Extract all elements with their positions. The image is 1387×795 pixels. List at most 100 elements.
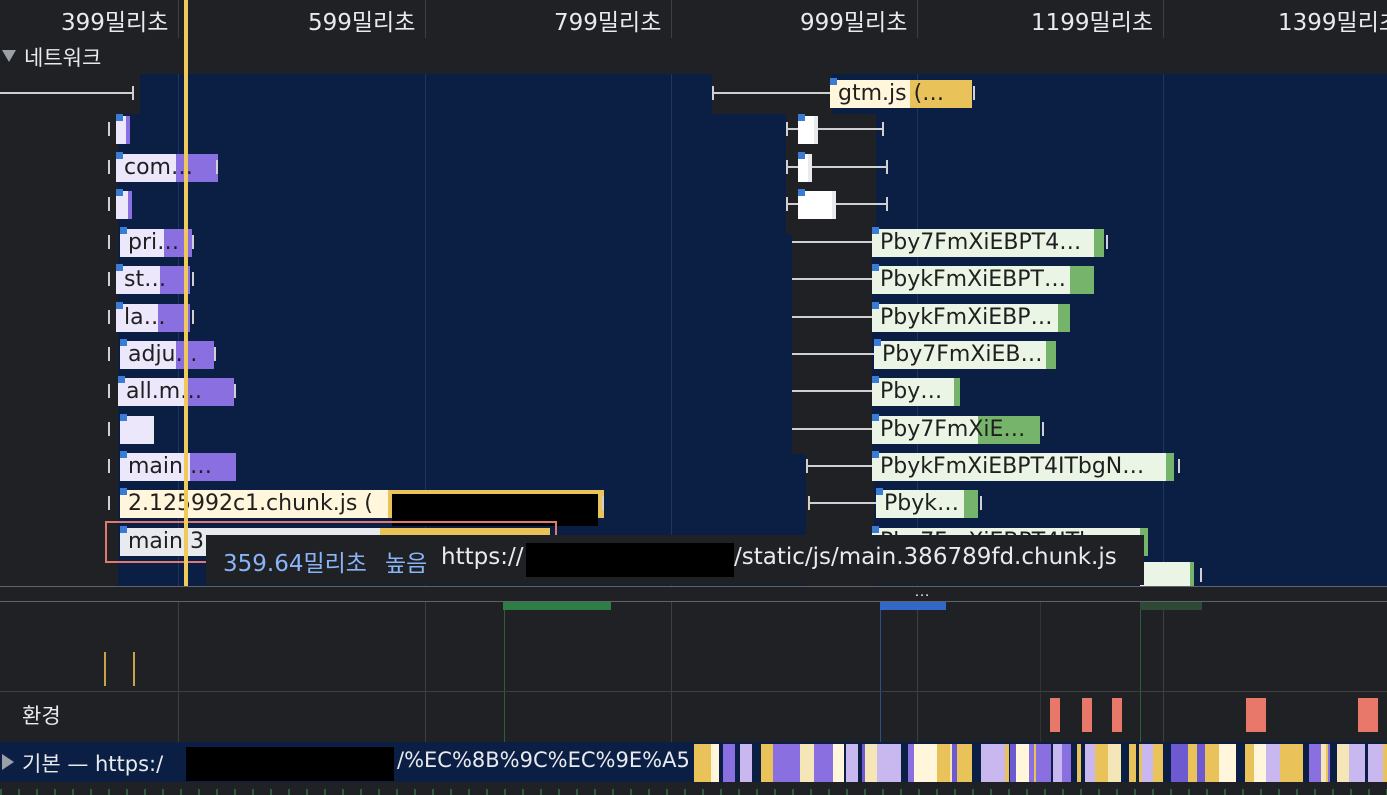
network-request[interactable]: Pby7FmXiEBPT4… xyxy=(792,227,1110,257)
network-request[interactable]: adju… xyxy=(108,339,218,369)
activity-slice[interactable] xyxy=(1095,744,1108,782)
activity-slice[interactable] xyxy=(833,744,844,782)
network-request[interactable]: PbykFmXiEBP… xyxy=(792,302,1074,332)
grid-line xyxy=(917,602,918,742)
time-ruler[interactable]: 399밀리초 599밀리초 799밀리초 999밀리초 1199밀리초 1399… xyxy=(0,0,1387,38)
activity-slice[interactable] xyxy=(800,744,814,782)
activity-slice[interactable] xyxy=(1328,744,1330,782)
activity-slice[interactable] xyxy=(1053,744,1062,782)
activity-slice[interactable] xyxy=(1309,744,1321,782)
env-event[interactable] xyxy=(1358,698,1378,732)
network-request[interactable]: Pby7FmXiE… xyxy=(792,414,1046,444)
network-request[interactable] xyxy=(786,189,890,219)
timing-marker[interactable] xyxy=(880,602,946,610)
more-icon[interactable]: … xyxy=(914,583,931,601)
network-request[interactable]: PbykFmXiEBPT4ITbgN… xyxy=(806,451,1182,481)
network-request[interactable]: PbykFmXiEBPT… xyxy=(792,264,1098,294)
activity-slice[interactable] xyxy=(1188,744,1197,782)
cpu-ticks xyxy=(0,789,1387,795)
activity-slice[interactable] xyxy=(886,744,901,782)
activity-slice[interactable] xyxy=(990,744,1005,782)
network-request[interactable]: pri… xyxy=(108,227,196,257)
activity-slice[interactable] xyxy=(1383,744,1387,782)
network-request[interactable]: main.… xyxy=(108,451,240,481)
activity-slice[interactable] xyxy=(1108,744,1121,782)
request-label: st… xyxy=(124,267,167,292)
network-track-title: 네트워크 xyxy=(24,46,102,70)
activity-slice[interactable] xyxy=(877,744,886,782)
activity-slice[interactable] xyxy=(817,744,833,782)
activity-slice[interactable] xyxy=(1266,744,1280,782)
env-event[interactable] xyxy=(1112,698,1122,732)
activity-slice[interactable] xyxy=(1197,744,1205,782)
activity-slice[interactable] xyxy=(773,744,785,782)
timing-marker[interactable] xyxy=(133,652,135,686)
network-track-header[interactable]: 네트워크 xyxy=(0,38,1387,74)
activity-slice[interactable] xyxy=(1219,744,1236,782)
grid-line xyxy=(178,602,179,742)
network-request[interactable]: Pby7FmXiEB… xyxy=(792,339,1060,369)
activity-slice[interactable] xyxy=(1065,744,1071,782)
activity-slice[interactable] xyxy=(937,744,950,782)
timing-marker[interactable] xyxy=(503,602,611,610)
activity-slice[interactable] xyxy=(981,744,990,782)
network-request[interactable]: gtm.js (… xyxy=(712,78,977,108)
network-request[interactable]: Pby… xyxy=(792,376,964,406)
request-label: PbykFmXiEBPT… xyxy=(880,267,1066,292)
network-request[interactable]: Pbyk… xyxy=(808,488,984,518)
grid-line xyxy=(1163,602,1164,742)
timing-marker[interactable] xyxy=(104,652,106,686)
activity-slice[interactable] xyxy=(1016,744,1029,782)
network-request[interactable] xyxy=(108,189,138,219)
activity-slice[interactable] xyxy=(957,744,970,782)
timing-marker[interactable] xyxy=(1140,602,1202,610)
activity-slice[interactable] xyxy=(970,744,972,782)
activity-slice[interactable] xyxy=(740,744,752,782)
activity-slice[interactable] xyxy=(1337,744,1349,782)
env-event[interactable] xyxy=(1246,698,1266,732)
track-resize-divider[interactable]: … xyxy=(0,583,1387,602)
activity-slice[interactable] xyxy=(1129,744,1136,782)
activity-slice[interactable] xyxy=(711,744,719,782)
activity-slice[interactable] xyxy=(1349,744,1365,782)
activity-slice[interactable] xyxy=(1245,744,1254,782)
network-request[interactable] xyxy=(1140,560,1204,586)
env-event[interactable] xyxy=(1082,698,1092,732)
activity-slice[interactable] xyxy=(790,744,800,782)
network-request[interactable] xyxy=(108,414,158,444)
activity-slice[interactable] xyxy=(1171,744,1179,782)
env-event[interactable] xyxy=(1050,698,1060,732)
collapse-triangle-icon[interactable] xyxy=(2,50,16,62)
ruler-tick: 599밀리초 xyxy=(308,10,416,36)
network-request[interactable] xyxy=(786,114,886,144)
activity-slice[interactable] xyxy=(1153,744,1163,782)
activity-slice[interactable] xyxy=(1036,744,1051,782)
activity-slice[interactable] xyxy=(920,744,937,782)
activity-slice[interactable] xyxy=(1179,744,1188,782)
network-request[interactable]: st… xyxy=(108,264,196,294)
activity-slice[interactable] xyxy=(1077,744,1081,782)
network-request[interactable]: com… xyxy=(108,152,220,182)
expand-triangle-icon[interactable] xyxy=(2,754,14,770)
activity-slice[interactable] xyxy=(1280,744,1296,782)
network-request[interactable]: 2.125992c1.chunk.js ( xyxy=(108,488,608,526)
activity-slice[interactable] xyxy=(1085,744,1093,782)
time-cursor[interactable] xyxy=(184,0,188,586)
network-request[interactable]: all.m… xyxy=(108,376,238,406)
activity-slice[interactable] xyxy=(1368,744,1383,782)
activity-slice[interactable] xyxy=(1005,744,1009,782)
activity-slice[interactable] xyxy=(1205,744,1219,782)
network-request[interactable]: la… xyxy=(108,302,196,332)
activity-slice[interactable] xyxy=(846,744,858,782)
activity-slice[interactable] xyxy=(1142,744,1153,782)
network-request[interactable] xyxy=(108,114,138,144)
network-track[interactable]: gtm.js (… com… pri… st… la… adju… all.m…… xyxy=(0,74,1387,586)
activity-slice[interactable] xyxy=(1296,744,1303,782)
activity-slice[interactable] xyxy=(694,744,703,782)
network-request[interactable] xyxy=(0,78,140,108)
network-request[interactable] xyxy=(786,152,890,182)
activity-slice[interactable] xyxy=(723,744,735,782)
idle-region xyxy=(0,114,118,586)
activity-slice[interactable] xyxy=(865,744,877,782)
activity-slice[interactable] xyxy=(1254,744,1266,782)
